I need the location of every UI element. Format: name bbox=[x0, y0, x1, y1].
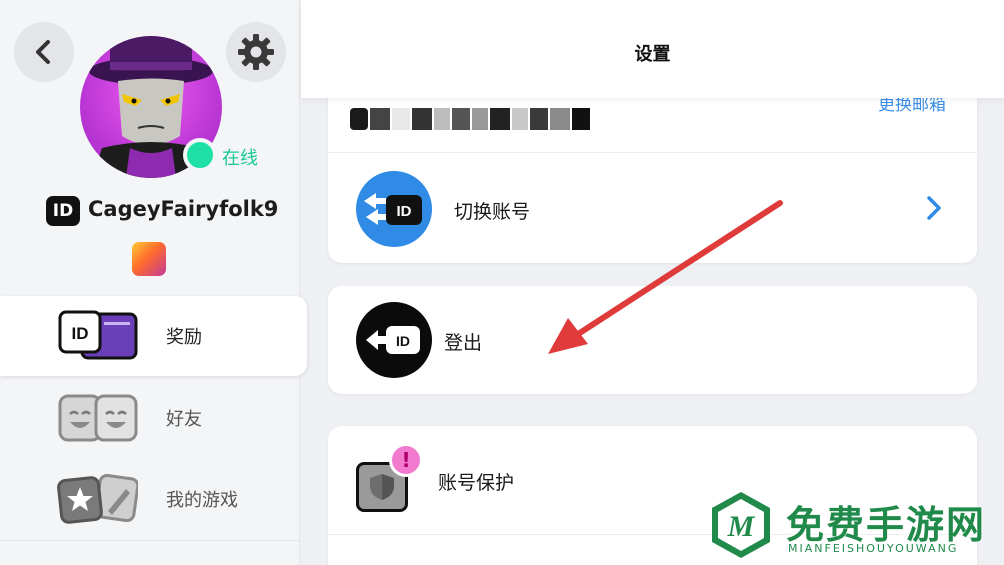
username: CageyFairyfolk9 bbox=[88, 197, 279, 221]
logout-row[interactable]: 登出 bbox=[444, 328, 482, 355]
watermark-subtitle: MIANFEISHOUYOUWANG bbox=[788, 542, 959, 555]
game-thumbnail-icon[interactable] bbox=[132, 242, 166, 276]
settings-button[interactable] bbox=[226, 22, 286, 82]
watermark-title: 免费手游网 bbox=[786, 503, 987, 547]
gear-icon bbox=[238, 34, 274, 70]
friends-icon bbox=[58, 394, 138, 442]
logout-icon: ID bbox=[356, 302, 432, 378]
games-icon bbox=[57, 473, 138, 524]
chevron-left-icon bbox=[36, 40, 50, 64]
online-status-text: 在线 bbox=[222, 148, 258, 169]
alert-badge-icon: ! bbox=[389, 443, 423, 477]
back-button[interactable] bbox=[14, 22, 74, 82]
svg-text:M: M bbox=[727, 510, 756, 543]
masked-email bbox=[350, 100, 590, 130]
watermark: M 免费手游网 MIANFEISHOUYOUWANG bbox=[706, 490, 996, 560]
account-protection-row[interactable]: 账号保护 bbox=[438, 468, 514, 495]
sidebar: 在线 ID CageyFairyfolk9 ID 奖励 好友 我的游戏 bbox=[0, 0, 307, 565]
watermark-logo-icon: M bbox=[712, 492, 770, 558]
sidebar-divider bbox=[0, 540, 300, 565]
sidebar-item-my-games[interactable]: 我的游戏 bbox=[0, 459, 300, 539]
sidebar-item-rewards[interactable]: ID 奖励 bbox=[0, 296, 307, 376]
sidebar-item-label: 我的游戏 bbox=[166, 490, 238, 511]
svg-text:ID: ID bbox=[72, 324, 89, 343]
header: 设置 bbox=[301, 0, 1004, 98]
page-title: 设置 bbox=[634, 44, 671, 65]
switch-account-icon: ID bbox=[356, 171, 432, 247]
sidebar-item-friends[interactable]: 好友 bbox=[0, 378, 300, 458]
switch-account-row[interactable]: 切换账号 bbox=[454, 197, 530, 224]
online-status-dot bbox=[183, 138, 217, 172]
id-tag: ID bbox=[396, 333, 410, 349]
id-tag: ID bbox=[397, 203, 412, 220]
id-badge-icon: ID bbox=[46, 196, 80, 226]
chevron-right-icon[interactable] bbox=[922, 193, 946, 223]
id-card-icon: ID bbox=[58, 310, 138, 360]
divider bbox=[328, 152, 977, 153]
sidebar-item-label: 奖励 bbox=[166, 327, 202, 348]
sidebar-item-label: 好友 bbox=[166, 409, 202, 430]
